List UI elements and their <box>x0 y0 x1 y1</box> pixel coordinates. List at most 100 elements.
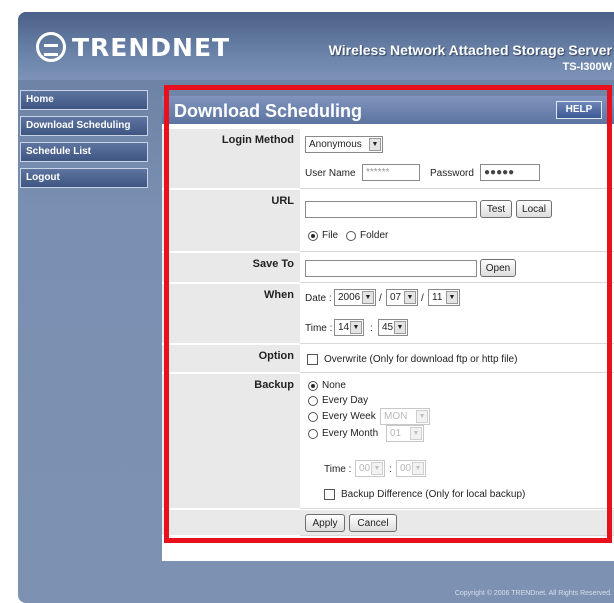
backup-minute-select[interactable]: 00 ▼ <box>396 460 426 477</box>
chevron-down-icon: ▼ <box>404 291 416 304</box>
backup-time-label: Time : <box>324 464 352 475</box>
backup-row: Backup None Every Day Every Week MON ▼ E… <box>162 374 614 509</box>
login-method-select[interactable]: Anonymous ▼ <box>305 136 383 153</box>
month-value: 07 <box>390 292 402 303</box>
minute-value: 45 <box>382 322 394 333</box>
login-method-row: Login Method Anonymous ▼ User Name *****… <box>162 129 614 189</box>
product-name: Wireless Network Attached Storage Server <box>328 42 612 58</box>
time-colon: : <box>370 323 373 334</box>
backup-week-select[interactable]: MON ▼ <box>380 408 430 425</box>
backup-hour-value: 00 <box>359 463 371 474</box>
open-button[interactable]: Open <box>480 259 516 277</box>
backup-month-select[interactable]: 01 ▼ <box>386 425 424 442</box>
url-label: URL <box>162 190 300 252</box>
backup-every-month-radio[interactable] <box>308 429 318 439</box>
cancel-button[interactable]: Cancel <box>349 514 397 532</box>
copyright-footer: Copyright © 2006 TRENDnet. All Rights Re… <box>454 590 612 597</box>
actions-row: Apply Cancel <box>162 510 614 536</box>
backup-difference-checkbox[interactable] <box>324 489 335 500</box>
chevron-down-icon: ▼ <box>446 291 458 304</box>
local-button[interactable]: Local <box>516 200 552 218</box>
year-select[interactable]: 2006 ▼ <box>334 289 376 306</box>
chevron-down-icon: ▼ <box>362 291 374 304</box>
nav-logout[interactable]: Logout <box>20 168 148 188</box>
nav-schedule-list[interactable]: Schedule List <box>20 142 148 162</box>
login-method-value: Anonymous <box>309 139 362 150</box>
brand-name: TRENDNET <box>72 32 231 62</box>
day-select[interactable]: 11 ▼ <box>428 289 460 306</box>
url-input[interactable] <box>305 201 477 218</box>
backup-cell: None Every Day Every Week MON ▼ Every Mo… <box>300 374 614 509</box>
backup-time-colon: : <box>389 464 392 475</box>
save-to-input[interactable] <box>305 260 477 277</box>
url-row: URL Test Local File Folder <box>162 190 614 252</box>
app-shell: TRENDNET Wireless Network Attached Stora… <box>18 12 614 603</box>
login-method-label: Login Method <box>162 129 300 189</box>
backup-difference-label: Backup Difference (Only for local backup… <box>341 489 526 500</box>
when-row: When Date : 2006 ▼ / 07 ▼ / 11 ▼ Time : <box>162 284 614 344</box>
when-cell: Date : 2006 ▼ / 07 ▼ / 11 ▼ Time : 14 ▼ … <box>300 284 614 344</box>
actions-label-cell <box>162 510 300 536</box>
chevron-down-icon: ▼ <box>412 462 424 475</box>
password-input[interactable]: ●●●●● <box>480 164 540 181</box>
backup-none-radio[interactable] <box>308 381 318 391</box>
username-label: User Name <box>305 168 356 179</box>
test-button[interactable]: Test <box>480 200 512 218</box>
file-radio-label: File <box>322 230 339 241</box>
page-title: Download Scheduling HELP <box>162 96 614 124</box>
hour-value: 14 <box>338 322 350 333</box>
apply-button[interactable]: Apply <box>305 514 345 532</box>
folder-radio[interactable] <box>346 231 356 241</box>
date-separator: / <box>421 293 424 304</box>
chevron-down-icon: ▼ <box>369 138 381 151</box>
date-label: Date : <box>305 293 332 304</box>
actions-cell: Apply Cancel <box>300 510 614 536</box>
month-select[interactable]: 07 ▼ <box>386 289 418 306</box>
nav-download-scheduling[interactable]: Download Scheduling <box>20 116 148 136</box>
sidebar-nav: Home Download Scheduling Schedule List L… <box>20 90 148 194</box>
chevron-down-icon: ▼ <box>371 462 383 475</box>
password-label: Password <box>430 168 474 179</box>
username-input[interactable]: ****** <box>362 164 420 181</box>
overwrite-checkbox[interactable] <box>307 354 318 365</box>
page-title-text: Download Scheduling <box>174 101 362 121</box>
backup-every-week-radio[interactable] <box>308 412 318 422</box>
backup-week-value: MON <box>384 411 408 422</box>
backup-hour-select[interactable]: 00 ▼ <box>355 460 385 477</box>
backup-none-label: None <box>322 380 346 391</box>
option-cell: Overwrite (Only for download ftp or http… <box>300 345 614 373</box>
help-button[interactable]: HELP <box>556 101 602 119</box>
backup-month-value: 01 <box>390 428 402 439</box>
model-number: TS-I300W <box>562 61 612 73</box>
chevron-down-icon: ▼ <box>416 410 428 423</box>
file-radio[interactable] <box>308 231 318 241</box>
backup-label: Backup <box>162 374 300 509</box>
backup-every-day-label: Every Day <box>322 395 369 406</box>
save-to-label: Save To <box>162 253 300 283</box>
chevron-down-icon: ▼ <box>350 321 362 334</box>
day-value: 11 <box>432 292 443 303</box>
when-label: When <box>162 284 300 344</box>
brand-logo: TRENDNET <box>36 32 230 62</box>
backup-every-week-label: Every Week <box>322 411 376 422</box>
save-to-cell: Open <box>300 253 614 283</box>
trendnet-logo-icon <box>36 32 66 62</box>
backup-minute-value: 00 <box>400 463 412 474</box>
hour-select[interactable]: 14 ▼ <box>334 319 364 336</box>
year-value: 2006 <box>338 292 361 303</box>
login-method-cell: Anonymous ▼ User Name ****** Password ●●… <box>300 129 614 189</box>
chevron-down-icon: ▼ <box>394 321 406 334</box>
chevron-down-icon: ▼ <box>410 427 422 440</box>
minute-select[interactable]: 45 ▼ <box>378 319 408 336</box>
folder-radio-label: Folder <box>360 230 389 241</box>
option-row: Option Overwrite (Only for download ftp … <box>162 345 614 373</box>
header: TRENDNET Wireless Network Attached Stora… <box>18 12 614 80</box>
url-cell: Test Local File Folder <box>300 190 614 252</box>
save-to-row: Save To Open <box>162 253 614 283</box>
backup-every-day-radio[interactable] <box>308 396 318 406</box>
time-label: Time : <box>305 323 333 334</box>
option-label: Option <box>162 345 300 373</box>
date-separator: / <box>379 293 382 304</box>
main-panel: Download Scheduling HELP Login Method An… <box>162 96 614 561</box>
nav-home[interactable]: Home <box>20 90 148 110</box>
